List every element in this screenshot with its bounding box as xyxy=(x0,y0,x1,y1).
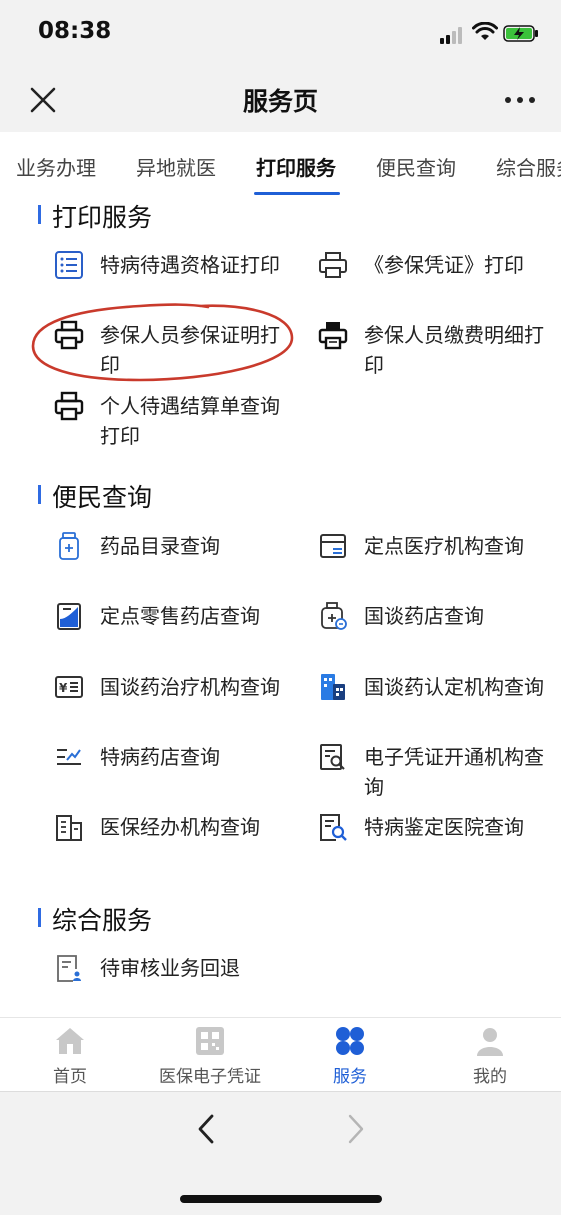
active-tab-indicator xyxy=(254,192,340,195)
pharmacy-icon xyxy=(57,603,81,630)
office-building-icon xyxy=(56,815,82,841)
bottom-tab-label: 首页 xyxy=(53,1067,87,1087)
bottom-tab-bar: 首页 医保电子凭证 服务 我的 xyxy=(0,1017,561,1091)
service-item-label: 参保人员缴费明细打印 xyxy=(364,323,544,377)
wifi-icon xyxy=(472,22,498,40)
building-icon xyxy=(321,674,345,700)
document-search-icon xyxy=(320,744,345,770)
nav-bar: 服务页 xyxy=(0,68,561,132)
service-item-label: 医保经办机构查询 xyxy=(100,815,260,839)
page-title: 服务页 xyxy=(242,87,318,116)
institution-icon xyxy=(320,534,346,558)
cellular-signal-icon xyxy=(440,26,466,44)
yuan-card-icon: ¥ xyxy=(55,676,83,698)
bottom-tab-ecert[interactable]: 医保电子凭证 xyxy=(140,1024,280,1087)
drug-search-icon xyxy=(321,602,347,630)
svg-text:¥: ¥ xyxy=(59,681,68,695)
qr-code-icon xyxy=(196,1027,224,1055)
bottom-tab-services[interactable]: 服务 xyxy=(280,1024,420,1087)
status-bar: 08:38 xyxy=(0,0,561,68)
tab-print-service[interactable]: 打印服务 xyxy=(256,152,336,181)
service-item-label: 定点医疗机构查询 xyxy=(364,534,524,558)
document-magnifier-icon xyxy=(320,814,347,841)
section-title-print: 打印服务 xyxy=(38,198,152,234)
service-item-label: 国谈药店查询 xyxy=(364,604,484,628)
tab-business[interactable]: 业务办理 xyxy=(16,152,96,181)
bottom-tab-label: 我的 xyxy=(473,1067,507,1087)
printer-icon xyxy=(318,322,348,350)
bottom-tab-home[interactable]: 首页 xyxy=(0,1024,140,1087)
home-indicator[interactable] xyxy=(180,1195,382,1203)
section-title-general: 综合服务 xyxy=(38,901,152,937)
red-circle-annotation xyxy=(31,303,294,382)
service-item-label: 个人待遇结算单查询打印 xyxy=(100,394,280,448)
tab-convenience-query[interactable]: 便民查询 xyxy=(376,152,456,181)
printer-icon xyxy=(54,391,84,421)
list-arrow-icon xyxy=(57,749,81,765)
battery-charging-icon xyxy=(503,25,538,42)
medicine-bottle-icon xyxy=(59,532,79,560)
service-item-label: 药品目录查询 xyxy=(100,534,220,558)
services-icon xyxy=(336,1027,364,1055)
service-item-label: 特病鉴定医院查询 xyxy=(364,815,524,839)
printer-icon xyxy=(319,252,347,278)
service-item-label: 待审核业务回退 xyxy=(100,956,240,980)
category-tabs: 业务办理 异地就医 打印服务 便民查询 综合服务 xyxy=(0,132,561,198)
bottom-tab-label: 医保电子凭证 xyxy=(159,1067,261,1087)
browser-toolbar xyxy=(0,1091,561,1215)
forward-arrow-icon[interactable] xyxy=(342,1112,370,1146)
service-item-label: 定点零售药店查询 xyxy=(100,604,260,628)
service-item-label: 国谈药认定机构查询 xyxy=(364,675,544,699)
back-arrow-icon[interactable] xyxy=(192,1112,220,1146)
tab-general-service[interactable]: 综合服务 xyxy=(496,152,561,181)
service-item-label: 特病待遇资格证打印 xyxy=(100,253,280,277)
list-icon xyxy=(55,251,83,279)
user-icon xyxy=(477,1028,503,1056)
service-item-label: 《参保凭证》打印 xyxy=(364,253,524,277)
bottom-tab-mine[interactable]: 我的 xyxy=(420,1024,560,1087)
home-icon xyxy=(56,1028,84,1054)
service-item-label: 国谈药治疗机构查询 xyxy=(100,675,280,699)
more-options-icon[interactable] xyxy=(500,88,540,112)
bottom-tab-label: 服务 xyxy=(333,1067,367,1087)
document-user-icon xyxy=(57,955,81,982)
section-title-query: 便民查询 xyxy=(38,478,152,514)
tab-remote-medical[interactable]: 异地就医 xyxy=(136,152,216,181)
service-item-label: 电子凭证开通机构查询 xyxy=(364,745,544,799)
service-item-label: 特病药店查询 xyxy=(100,745,220,769)
status-time: 08:38 xyxy=(38,18,112,44)
